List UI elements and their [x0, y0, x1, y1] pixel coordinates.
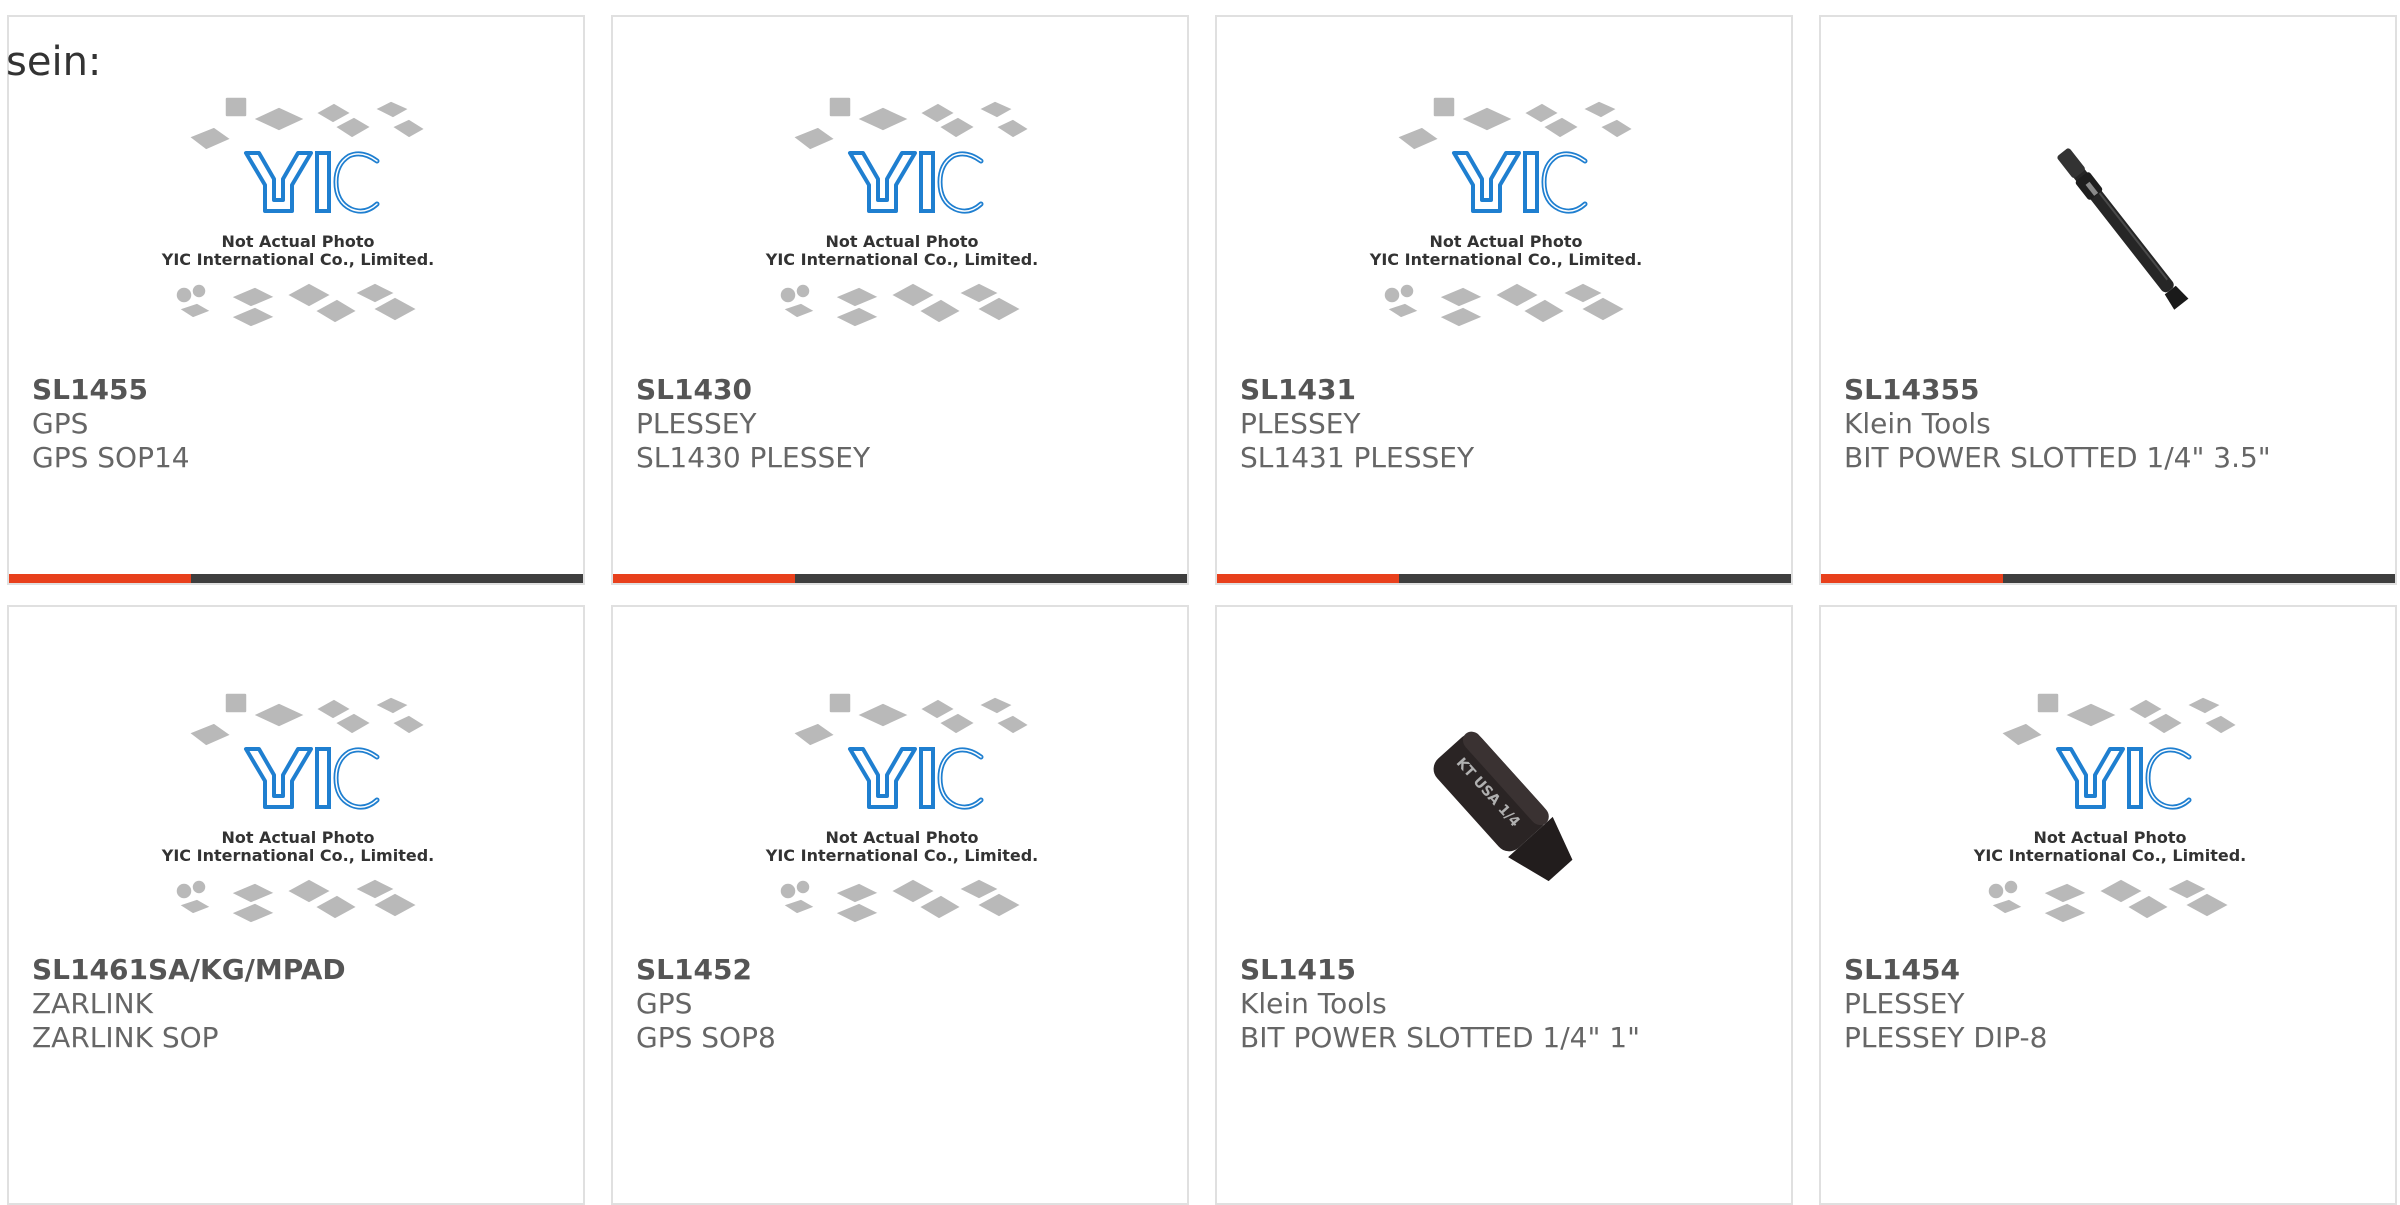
product-image[interactable]: Not Actual Photo YIC International Co., …: [763, 693, 1041, 941]
product-card[interactable]: Not Actual Photo YIC International Co., …: [611, 15, 1189, 585]
manufacturer: PLESSEY: [636, 407, 757, 440]
product-image[interactable]: Not Actual Photo YIC International Co., …: [1971, 693, 2249, 941]
yic-placeholder-image: Not Actual Photo YIC International Co., …: [765, 97, 1038, 328]
product-card[interactable]: Not Actual Photo YIC International Co., …: [1215, 15, 1793, 585]
placeholder-caption: Not Actual Photo: [221, 828, 374, 847]
card-bottom-bar: [1217, 574, 1791, 583]
product-info: SL1455 GPS GPS SOP14: [32, 373, 190, 475]
part-number[interactable]: SL1461SA/KG/MPAD: [32, 953, 346, 987]
description: BIT POWER SLOTTED 1/4" 1": [1240, 1021, 1640, 1054]
manufacturer: ZARLINK: [32, 987, 153, 1020]
yic-placeholder-image: Not Actual Photo YIC International Co., …: [1973, 693, 2246, 924]
yic-placeholder-image: Not Actual Photo YIC International Co., …: [765, 693, 1038, 924]
card-bottom-bar: [9, 574, 583, 583]
product-image[interactable]: Not Actual Photo YIC International Co., …: [763, 97, 1041, 345]
placeholder-caption: Not Actual Photo: [221, 232, 374, 251]
card-accent-bar: [1821, 574, 2003, 583]
description: PLESSEY DIP-8: [1844, 1021, 2048, 1054]
manufacturer: PLESSEY: [1844, 987, 1965, 1020]
placeholder-caption: YIC International Co., Limited.: [1973, 846, 2246, 865]
card-bottom-bar: [1821, 574, 2395, 583]
product-info: SL1431 PLESSEY SL1431 PLESSEY: [1240, 373, 1474, 475]
description: SL1431 PLESSEY: [1240, 441, 1475, 474]
product-image[interactable]: KT USA 1/4: [1367, 693, 1645, 941]
placeholder-caption: Not Actual Photo: [825, 828, 978, 847]
card-bottom-bar: [613, 574, 1187, 583]
placeholder-caption: YIC International Co., Limited.: [161, 250, 434, 269]
card-accent-bar: [1217, 574, 1399, 583]
part-number[interactable]: SL1452: [636, 953, 776, 987]
description: SL1430 PLESSEY: [636, 441, 871, 474]
product-info: SL1415 Klein Tools BIT POWER SLOTTED 1/4…: [1240, 953, 1640, 1055]
description: GPS SOP8: [636, 1021, 776, 1054]
product-card[interactable]: Not Actual Photo YIC International Co., …: [611, 605, 1189, 1205]
product-card[interactable]: SL14355 Klein Tools BIT POWER SLOTTED 1/…: [1819, 15, 2397, 585]
manufacturer: PLESSEY: [1240, 407, 1361, 440]
screwdriver-bit-icon: [2057, 148, 2189, 310]
description: BIT POWER SLOTTED 1/4" 3.5": [1844, 441, 2271, 474]
part-number[interactable]: SL1415: [1240, 953, 1640, 987]
placeholder-caption: YIC International Co., Limited.: [765, 846, 1038, 865]
part-number[interactable]: SL1431: [1240, 373, 1474, 407]
product-info: SL1430 PLESSEY SL1430 PLESSEY: [636, 373, 870, 475]
yic-placeholder-image: Not Actual Photo YIC International Co., …: [1369, 97, 1642, 328]
card-accent-bar: [9, 574, 191, 583]
manufacturer: GPS: [636, 987, 693, 1020]
placeholder-caption: Not Actual Photo: [1429, 232, 1582, 251]
placeholder-caption: Not Actual Photo: [2033, 828, 2186, 847]
card-accent-bar: [613, 574, 795, 583]
product-image[interactable]: Not Actual Photo YIC International Co., …: [159, 693, 437, 941]
description: GPS SOP14: [32, 441, 190, 474]
screwdriver-bit-icon: KT USA 1/4: [1433, 731, 1573, 882]
part-number[interactable]: SL1454: [1844, 953, 2047, 987]
placeholder-caption: YIC International Co., Limited.: [765, 250, 1038, 269]
product-grid: Not Actual Photo YIC International Co., …: [0, 0, 2400, 1205]
product-info: SL1454 PLESSEY PLESSEY DIP-8: [1844, 953, 2047, 1055]
description: ZARLINK SOP: [32, 1021, 219, 1054]
product-card[interactable]: KT USA 1/4 SL1415 Klein Tools BIT POWER …: [1215, 605, 1793, 1205]
manufacturer: Klein Tools: [1844, 407, 1991, 440]
placeholder-caption: YIC International Co., Limited.: [161, 846, 434, 865]
placeholder-caption: YIC International Co., Limited.: [1369, 250, 1642, 269]
product-card[interactable]: Not Actual Photo YIC International Co., …: [7, 605, 585, 1205]
product-image[interactable]: Not Actual Photo YIC International Co., …: [1367, 97, 1645, 345]
part-number[interactable]: SL1430: [636, 373, 870, 407]
placeholder-caption: Not Actual Photo: [825, 232, 978, 251]
manufacturer: GPS: [32, 407, 89, 440]
yic-placeholder-image: Not Actual Photo YIC International Co., …: [161, 693, 434, 924]
product-image[interactable]: Not Actual Photo YIC International Co., …: [159, 97, 437, 345]
product-info: SL14355 Klein Tools BIT POWER SLOTTED 1/…: [1844, 373, 2271, 475]
page-header: sein:: [6, 39, 102, 85]
manufacturer: Klein Tools: [1240, 987, 1387, 1020]
part-number[interactable]: SL14355: [1844, 373, 2271, 407]
product-info: SL1452 GPS GPS SOP8: [636, 953, 776, 1055]
product-image[interactable]: [1971, 97, 2249, 345]
product-card[interactable]: Not Actual Photo YIC International Co., …: [1819, 605, 2397, 1205]
yic-placeholder-image: Not Actual Photo YIC International Co., …: [161, 97, 434, 328]
product-card[interactable]: Not Actual Photo YIC International Co., …: [7, 15, 585, 585]
product-info: SL1461SA/KG/MPAD ZARLINK ZARLINK SOP: [32, 953, 346, 1055]
part-number[interactable]: SL1455: [32, 373, 190, 407]
